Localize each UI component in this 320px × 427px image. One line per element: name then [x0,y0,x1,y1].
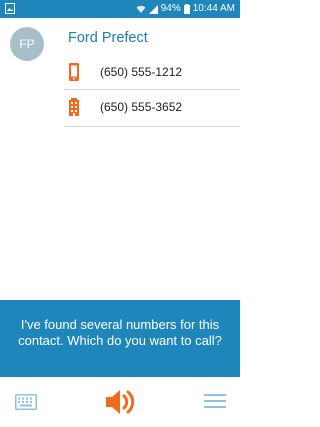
clock: 10:44 AM [192,3,235,14]
battery-percent: 94% [160,3,181,14]
contact-name: Ford Prefect [68,30,148,46]
bottom-bar [0,377,240,427]
gallery-notification-icon [5,3,15,14]
speaker-icon[interactable] [103,385,137,419]
office-building-icon [69,98,79,116]
menu-icon[interactable] [204,393,226,409]
status-bar: 94% 10:44 AM [0,0,240,18]
phone-option-work[interactable]: (650) 555-3652 [0,90,240,126]
status-indicators: 94% 10:44 AM [136,2,235,16]
phone-option-mobile[interactable]: (650) 555-1212 [0,55,240,91]
divider [64,126,240,127]
phone-number: (650) 555-3652 [100,100,183,114]
screen: 94% 10:44 AM FP Ford Prefect (650) 555-1… [0,0,240,427]
mobile-phone-icon [69,63,79,81]
signal-icon [148,4,158,14]
wifi-icon [136,5,146,13]
assistant-message: I've found several numbers for this cont… [0,300,240,377]
keyboard-icon[interactable] [15,394,37,410]
phone-number: (650) 555-1212 [100,65,183,79]
battery-icon [183,4,190,14]
